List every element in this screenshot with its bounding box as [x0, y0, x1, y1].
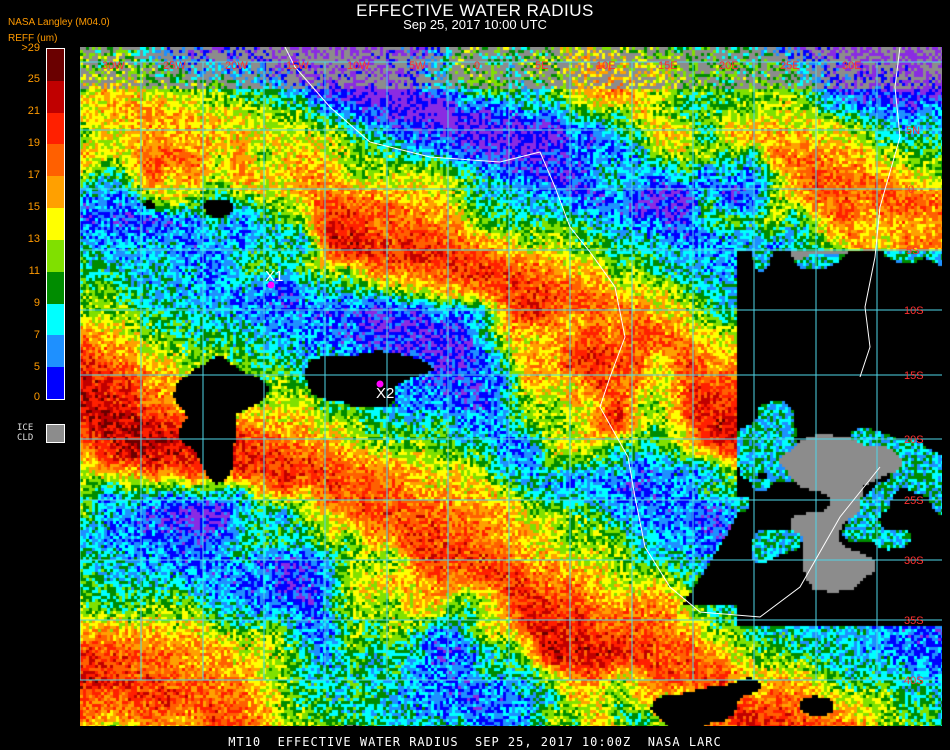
legend-tick: 9 [33, 297, 40, 309]
latitude-label: 10S [904, 305, 924, 317]
map-subtitle: Sep 25, 2017 10:00 UTC [403, 17, 547, 32]
color-swatch [47, 144, 64, 177]
color-swatch [47, 208, 64, 240]
ice-label-line: ICE [17, 423, 34, 433]
color-swatch [47, 335, 64, 368]
color-swatch [47, 271, 64, 304]
latitude-label: 35S [904, 615, 924, 627]
longitude-label: 20E [719, 60, 739, 72]
ice-cloud-label: ICE CLD [17, 423, 33, 443]
latitude-label: 5N [906, 125, 920, 137]
longitude-label: 25W [163, 60, 186, 72]
site-marker-label: X2 [376, 385, 394, 402]
site-marker-label: X1 [265, 268, 283, 285]
latitude-label: 5S [906, 245, 919, 257]
satellite-map: 30W 25W 20W 15W 10W 5W 0 5E 10E 15E 20E 25E 30E 5N 0 5S… [80, 47, 942, 726]
longitude-label: 30W [102, 60, 125, 72]
ice-cloud-swatch [46, 424, 65, 443]
color-swatch [47, 303, 64, 336]
coastline [284, 47, 881, 618]
legend-tick: 15 [27, 201, 40, 213]
color-swatch [47, 112, 64, 145]
longitude-label: 30E [842, 60, 862, 72]
longitude-label: 5E [535, 60, 548, 72]
color-scale-bar [46, 48, 65, 400]
coastline-east [859, 47, 901, 378]
longitude-label: 5W [409, 60, 426, 72]
legend-tick: 0 [33, 391, 40, 403]
color-swatch [47, 80, 64, 113]
longitude-label: 15E [658, 60, 678, 72]
legend-tick: >29 [21, 42, 40, 54]
legend-tick: 11 [28, 265, 40, 277]
longitude-label: 10E [596, 60, 616, 72]
color-swatch [47, 176, 64, 209]
legend-tick: 5 [33, 361, 40, 373]
latitude-label: 15S [904, 370, 924, 382]
latitude-label: 20S [904, 434, 924, 446]
latitude-label: 25S [904, 495, 924, 507]
color-swatch [47, 367, 64, 399]
color-swatch [47, 239, 64, 272]
footer-caption: MT10 EFFECTIVE WATER RADIUS SEP 25, 2017… [228, 735, 722, 749]
legend-tick: 21 [27, 105, 40, 117]
product-label: NASA Langley (M04.0) [8, 17, 110, 28]
legend-tick: 17 [27, 169, 40, 181]
latitude-label: 40S [904, 675, 924, 687]
color-swatch [47, 49, 64, 81]
longitude-label: 20W [225, 60, 248, 72]
legend-tick: 7 [33, 329, 40, 341]
legend-tick: 19 [27, 137, 40, 149]
longitude-label: 0 [474, 60, 480, 72]
legend-tick: 13 [27, 233, 40, 245]
map-overlay: 30W 25W 20W 15W 10W 5W 0 5E 10E 15E 20E 25E 30E 5N 0 5S… [80, 47, 942, 687]
latitude-label: 0 [908, 184, 914, 196]
latitude-label: 30S [904, 555, 924, 567]
cld-label-line: CLD [17, 433, 34, 443]
longitude-label: 25E [780, 60, 800, 72]
legend-tick: 25 [27, 73, 40, 85]
longitude-label: 10W [347, 60, 370, 72]
longitude-label: 15W [286, 60, 309, 72]
